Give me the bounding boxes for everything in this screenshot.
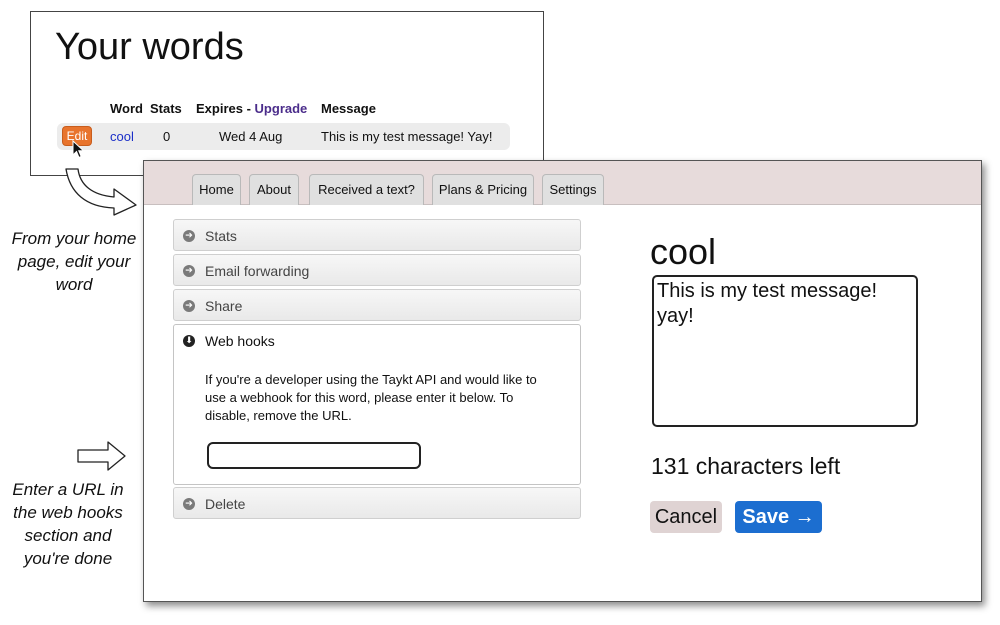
header-stats: Stats	[150, 101, 182, 116]
tab-about[interactable]: About	[249, 174, 299, 205]
annotation-enter-url: Enter a URL in the web hooks section and…	[12, 480, 124, 568]
header-message: Message	[321, 101, 376, 116]
arrow-down-circle-icon: ⬇	[183, 335, 195, 347]
edit-word-window: Home About Received a text? Plans & Pric…	[143, 160, 982, 602]
header-word: Word	[110, 101, 143, 116]
main-content: ➔ Stats ➔ Email forwarding ➔ Share ⬇ Web…	[144, 205, 981, 601]
header-separator: -	[242, 101, 255, 116]
accordion-stats-label: Stats	[205, 228, 237, 244]
accordion-stats[interactable]: ➔ Stats	[173, 219, 581, 251]
arrow-right-circle-icon: ➔	[183, 230, 195, 242]
arrow-right-circle-icon: ➔	[183, 300, 195, 312]
tab-settings[interactable]: Settings	[542, 174, 604, 205]
arrow-right-circle-icon: ➔	[183, 265, 195, 277]
header-expires: Expires - Upgrade	[196, 101, 307, 116]
cancel-button[interactable]: Cancel	[650, 501, 722, 533]
accordion-share[interactable]: ➔ Share	[173, 289, 581, 321]
characters-left: 131 characters left	[651, 453, 840, 480]
accordion-email-forwarding-label: Email forwarding	[205, 263, 310, 279]
accordion-share-label: Share	[205, 298, 243, 314]
accordion-share-header[interactable]: ➔ Share	[174, 290, 580, 322]
stats-value: 0	[163, 129, 171, 144]
accordion-delete-label: Delete	[205, 496, 246, 512]
table-row: Edit cool 0 Wed 4 Aug This is my test me…	[57, 123, 510, 150]
words-table-header: Word Stats Expires - Upgrade Message	[31, 101, 543, 117]
accordion-email-forwarding-header[interactable]: ➔ Email forwarding	[174, 255, 580, 287]
message-value: This is my test message! Yay!	[321, 129, 493, 144]
web-hooks-description: If you're a developer using the Taykt AP…	[205, 372, 537, 423]
accordion-delete[interactable]: ➔ Delete	[173, 487, 581, 519]
annotation-edit-word: From your home page, edit your word	[11, 229, 137, 294]
tab-plans-pricing[interactable]: Plans & Pricing	[432, 174, 534, 205]
characters-left-text: 131 characters left	[651, 453, 841, 479]
accordion-delete-header[interactable]: ➔ Delete	[174, 488, 580, 520]
tab-home[interactable]: Home	[192, 174, 241, 205]
accordion-email-forwarding[interactable]: ➔ Email forwarding	[173, 254, 581, 286]
accordion-web-hooks-label: Web hooks	[205, 333, 275, 349]
expires-value: Wed 4 Aug	[219, 129, 283, 144]
upgrade-link[interactable]: Upgrade	[255, 101, 308, 116]
right-arrow-icon	[77, 441, 126, 471]
word-title: cool	[650, 231, 717, 272]
save-button[interactable]: Save →	[735, 501, 822, 533]
your-words-window: Your words Word Stats Expires - Upgrade …	[30, 11, 544, 176]
curved-arrow-icon	[65, 168, 137, 216]
accordion-stats-header[interactable]: ➔ Stats	[174, 220, 580, 252]
word-link[interactable]: cool	[110, 129, 134, 144]
page-title: Your words	[55, 26, 244, 68]
webhook-url-input[interactable]	[207, 442, 421, 469]
accordion-web-hooks: ⬇ Web hooks If you're a developer using …	[173, 324, 581, 485]
header-expires-label: Expires	[196, 101, 243, 116]
mouse-pointer-icon	[72, 140, 85, 159]
nav-tabs: Home About Received a text? Plans & Pric…	[144, 161, 981, 205]
accordion-web-hooks-header[interactable]: ⬇ Web hooks	[174, 325, 580, 357]
message-textarea[interactable]: This is my test message! yay!	[652, 275, 918, 427]
tab-received-a-text[interactable]: Received a text?	[309, 174, 424, 205]
arrow-right-circle-icon: ➔	[183, 498, 195, 510]
